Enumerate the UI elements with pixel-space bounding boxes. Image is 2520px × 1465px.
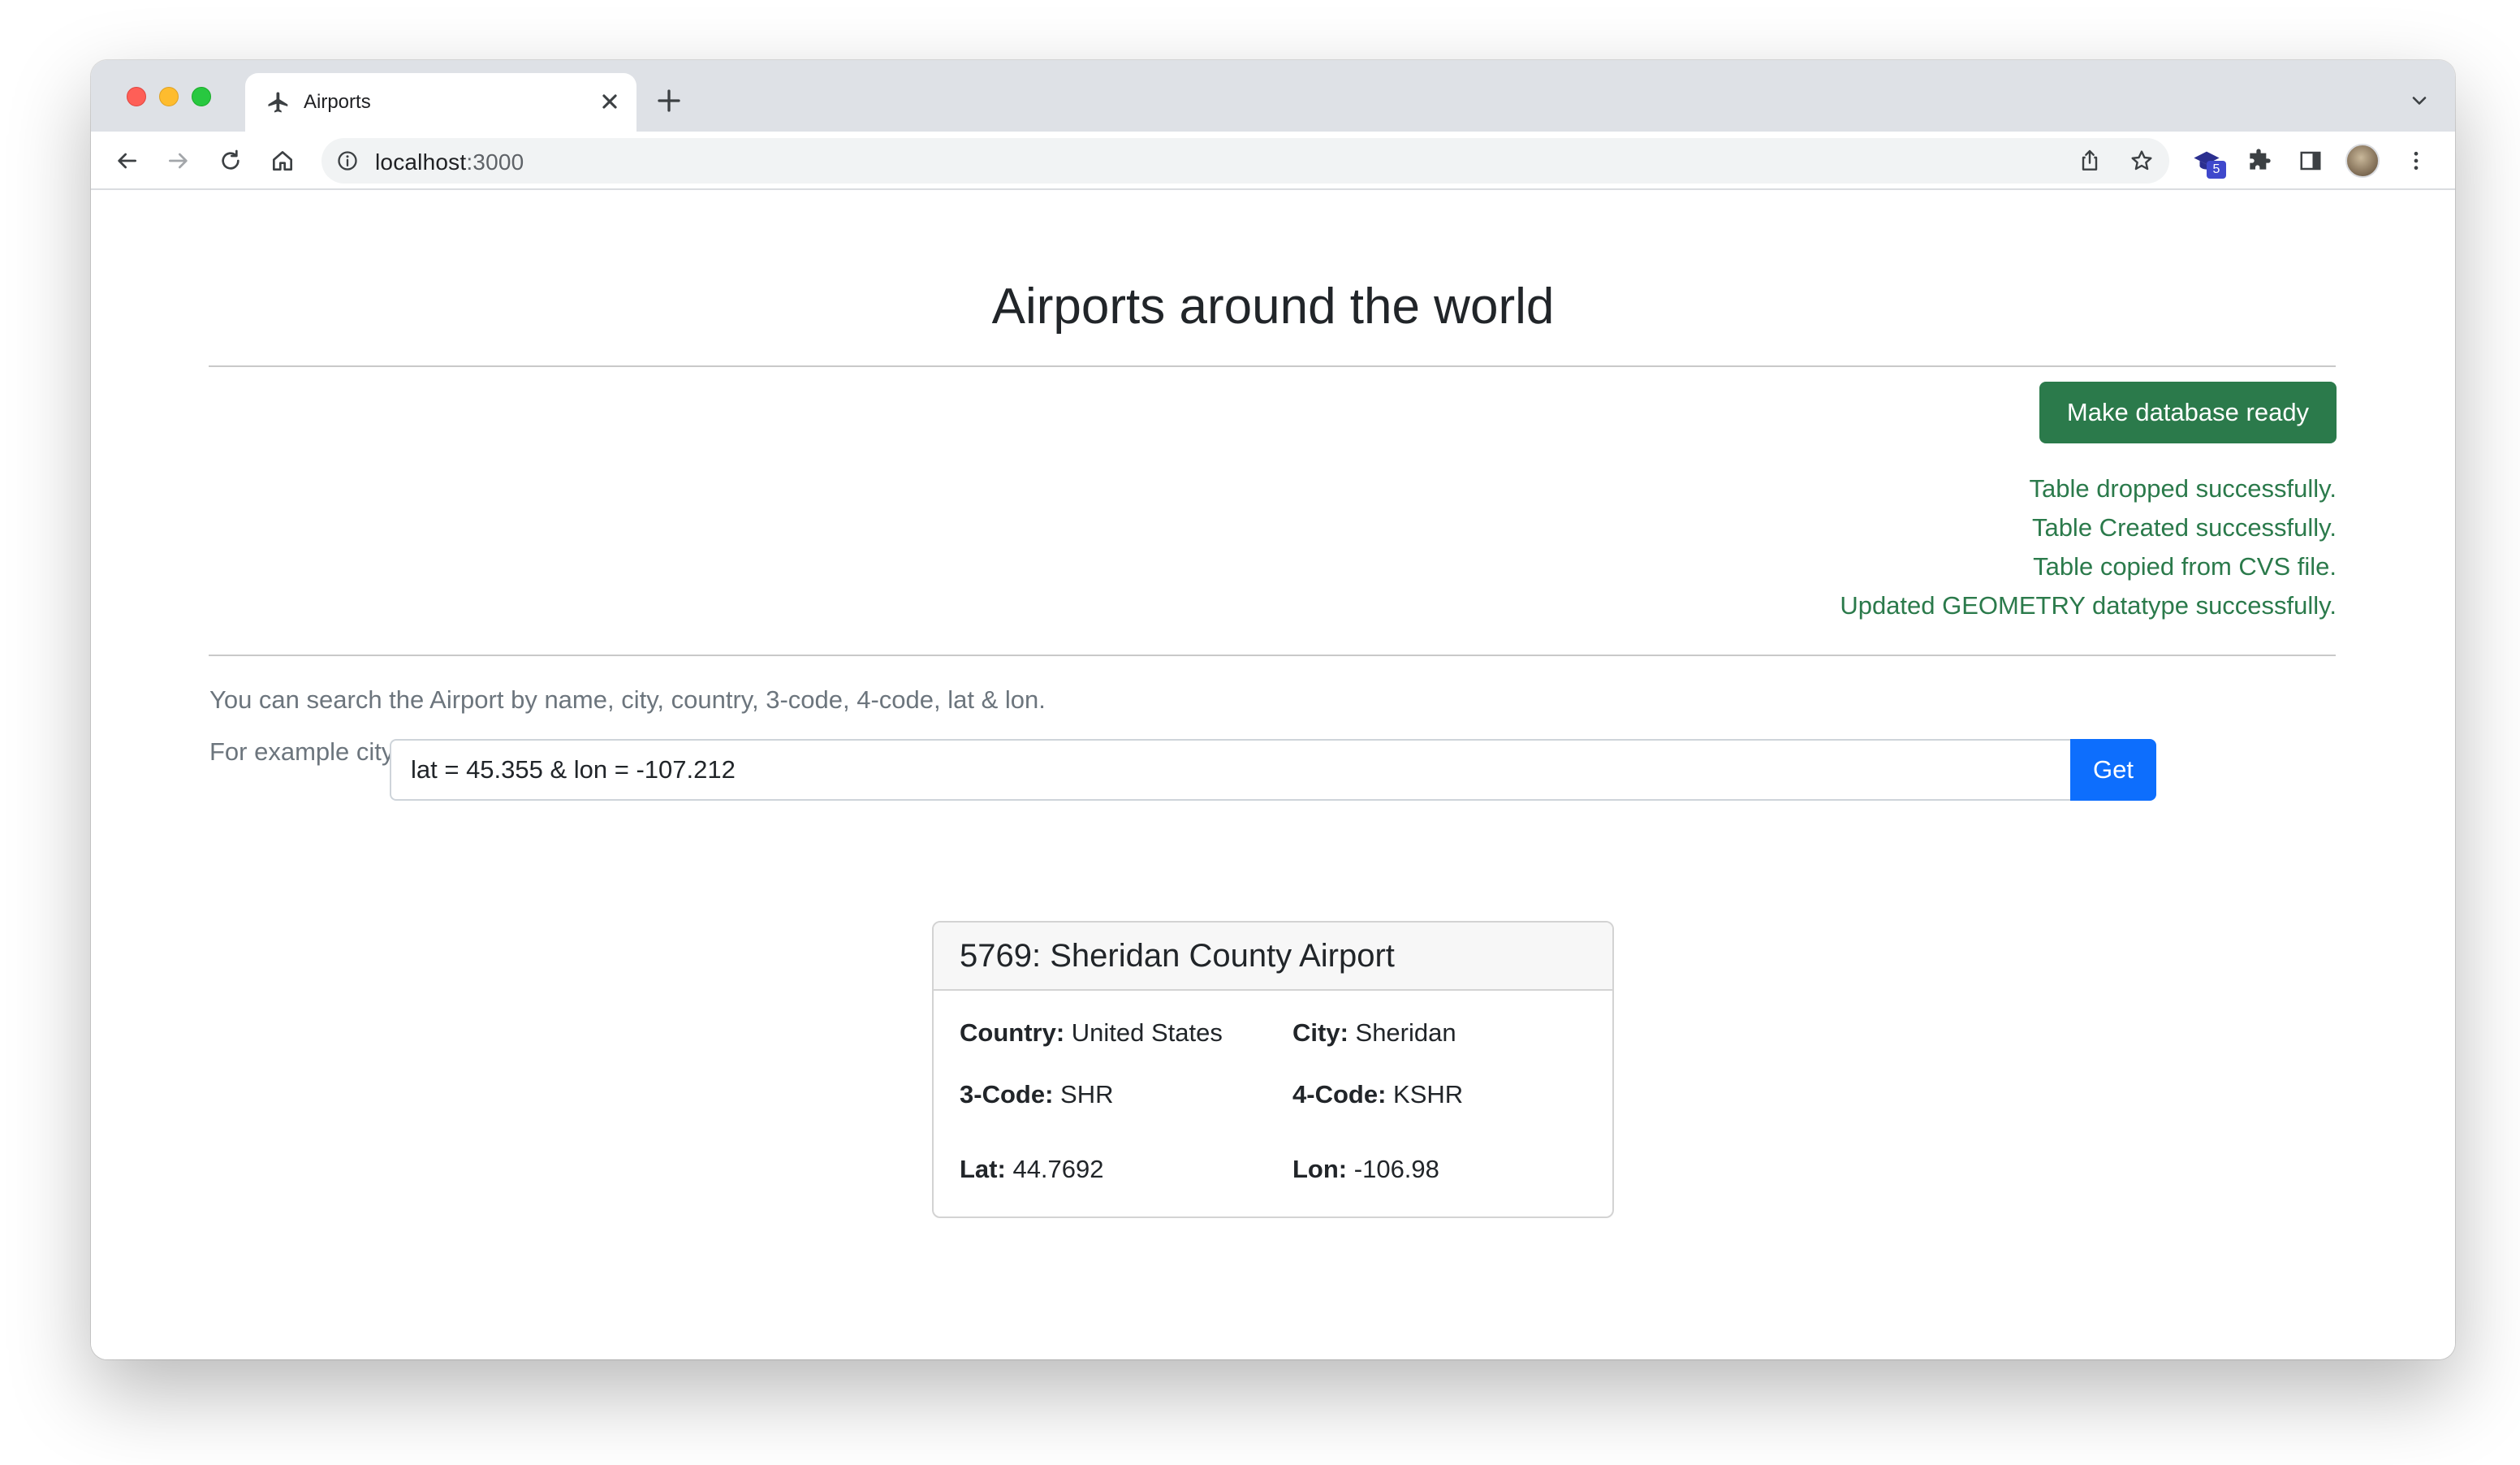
- card-header: 5769: Sheridan County Airport: [934, 923, 1612, 991]
- code4-field: 4-Code: KSHR: [1292, 1080, 1463, 1109]
- divider: [209, 365, 2336, 367]
- country-field: Country: United States: [960, 1018, 1223, 1048]
- status-message: Table Created successfully.: [2031, 513, 2337, 542]
- address-bar[interactable]: localhost:3000: [321, 138, 2169, 184]
- airport-result-card: 5769: Sheridan County Airport Country: U…: [932, 921, 1614, 1218]
- back-button[interactable]: [109, 143, 145, 179]
- tab-close-icon[interactable]: [596, 88, 624, 115]
- profile-button[interactable]: [2345, 143, 2380, 179]
- page-content: Airports around the world Make database …: [91, 190, 2455, 1359]
- arrow-left-icon: [118, 153, 136, 169]
- side-panel-button[interactable]: [2293, 143, 2328, 179]
- card-body: Country: United States City: Sheridan 3-…: [934, 991, 1612, 1217]
- tab-strip: Airports: [91, 60, 2455, 132]
- city-value: Sheridan: [1355, 1018, 1456, 1047]
- browser-toolbar: localhost:3000 5: [91, 132, 2455, 190]
- reload-icon: [222, 149, 239, 170]
- tab-airports[interactable]: Airports: [245, 73, 636, 132]
- avatar: [2345, 144, 2380, 178]
- extensions-button[interactable]: [2241, 143, 2276, 179]
- lon-label: Lon:: [1292, 1155, 1348, 1183]
- extension-button[interactable]: 5: [2189, 143, 2226, 179]
- lon-field: Lon: -106.98: [1292, 1155, 1439, 1184]
- new-tab-icon[interactable]: [654, 86, 684, 115]
- window-close-button[interactable]: [127, 87, 146, 106]
- page-title: Airports around the world: [991, 279, 1555, 335]
- puzzle-icon: [2250, 149, 2271, 170]
- bookmark-star-icon[interactable]: [2129, 148, 2155, 174]
- url-port: :3000: [466, 149, 524, 175]
- status-messages: Table dropped successfully. Table Create…: [1840, 469, 2337, 625]
- make-database-ready-button[interactable]: Make database ready: [2039, 382, 2337, 443]
- lat-label: Lat:: [960, 1155, 1006, 1183]
- tab-title: Airports: [304, 91, 371, 113]
- chevron-down-icon[interactable]: [2408, 89, 2431, 112]
- search-help-text: You can search the Airport by name, city…: [209, 685, 1046, 714]
- browser-window: Airports localhost:3000 5 Airports aroun…: [91, 60, 2455, 1359]
- side-panel-icon: [2300, 151, 2321, 171]
- url-host: localhost: [375, 149, 467, 175]
- code4-label: 4-Code:: [1292, 1080, 1387, 1108]
- city-field: City: Sheridan: [1292, 1018, 1456, 1048]
- lat-value: 44.7692: [1012, 1155, 1104, 1183]
- kebab-menu-icon: [2414, 151, 2419, 171]
- info-icon[interactable]: [336, 149, 359, 172]
- code3-value: SHR: [1060, 1080, 1114, 1108]
- window-maximize-button[interactable]: [192, 87, 211, 106]
- window-minimize-button[interactable]: [159, 87, 179, 106]
- share-icon[interactable]: [2077, 148, 2103, 174]
- code3-label: 3-Code:: [960, 1080, 1054, 1108]
- home-icon: [273, 151, 292, 171]
- url-text: localhost:3000: [375, 149, 524, 175]
- status-message: Table dropped successfully.: [2029, 474, 2337, 503]
- arrow-right-icon: [169, 153, 188, 169]
- airplane-icon: [268, 92, 288, 113]
- home-button[interactable]: [265, 143, 300, 179]
- status-message: Table copied from CVS file.: [2033, 552, 2337, 581]
- status-message: Updated GEOMETRY datatype successfully.: [1840, 591, 2337, 620]
- reload-button[interactable]: [213, 143, 248, 179]
- forward-button[interactable]: [161, 143, 196, 179]
- extension-badge: 5: [2207, 161, 2226, 179]
- divider: [209, 655, 2336, 656]
- lat-field: Lat: 44.7692: [960, 1155, 1104, 1184]
- code4-value: KSHR: [1393, 1080, 1464, 1108]
- get-button[interactable]: Get: [2070, 739, 2156, 801]
- menu-button[interactable]: [2398, 143, 2434, 179]
- country-label: Country:: [960, 1018, 1065, 1047]
- city-label: City:: [1292, 1018, 1348, 1047]
- lon-value: -106.98: [1353, 1155, 1439, 1183]
- country-value: United States: [1071, 1018, 1223, 1047]
- code3-field: 3-Code: SHR: [960, 1080, 1113, 1109]
- search-input[interactable]: [390, 739, 2072, 801]
